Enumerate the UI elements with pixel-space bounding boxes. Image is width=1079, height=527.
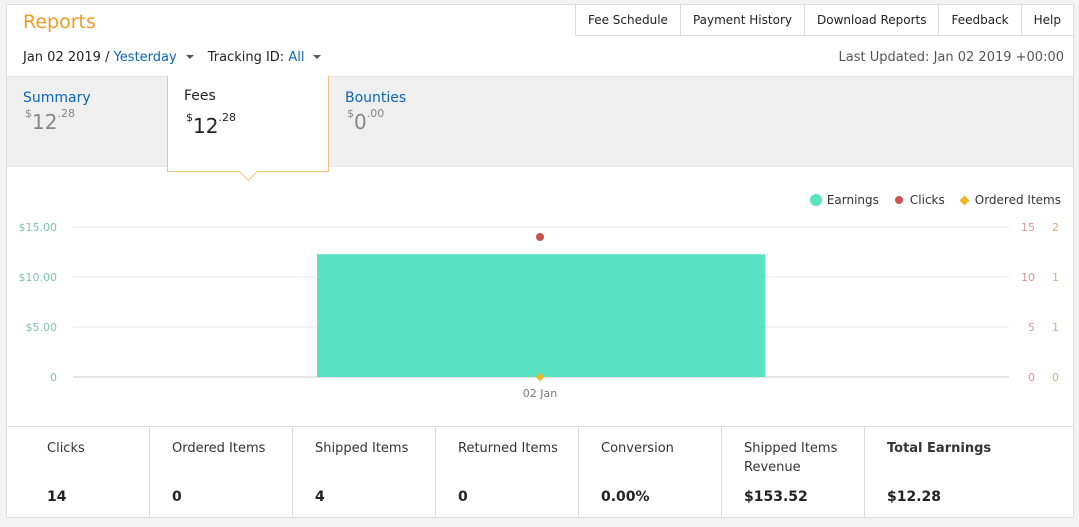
stat-value: 0.00% xyxy=(601,489,650,505)
stat-label: Ordered Items xyxy=(172,441,266,456)
stat-label: Shipped Items Revenue xyxy=(744,441,838,475)
y-left-tick-label: $5.00 xyxy=(26,321,58,334)
y-right-clicks-tick-label: 15 xyxy=(1021,221,1035,234)
y-left-tick-label: $10.00 xyxy=(19,271,58,284)
active-tab-pointer xyxy=(240,171,256,181)
filter-bar: Jan 02 2019 / Yesterday Tracking ID: All xyxy=(23,50,335,65)
tab-summary-label: Summary xyxy=(23,90,91,106)
clicks-swatch-icon xyxy=(894,196,903,204)
tab-fees-amount: $12.28 xyxy=(186,111,236,138)
stat-label: Conversion xyxy=(601,441,674,456)
download-reports-link[interactable]: Download Reports xyxy=(803,4,940,36)
earnings-bar xyxy=(317,254,765,377)
tracking-id-label: Tracking ID: xyxy=(207,50,285,65)
stat-returned-items: Returned Items 0 xyxy=(436,427,579,518)
stat-label: Total Earnings xyxy=(887,441,992,456)
tracking-id-dropdown[interactable]: All xyxy=(288,50,304,65)
y-left-tick-label: $15.00 xyxy=(19,221,58,234)
stat-shipped-items: Shipped Items 4 xyxy=(293,427,436,518)
y-right-clicks-tick-label: 5 xyxy=(1028,321,1035,334)
last-updated: Last Updated: Jan 02 2019 +00:00 xyxy=(838,50,1064,65)
chevron-down-icon[interactable] xyxy=(185,54,194,59)
payment-history-link[interactable]: Payment History xyxy=(679,4,805,36)
tab-fees-label: Fees xyxy=(184,88,216,104)
reports-panel: Reports Fee Schedule Payment History Dow… xyxy=(6,4,1074,518)
y-right-ordered-tick-label: 2 xyxy=(1052,221,1059,234)
tab-summary[interactable]: Summary $12.28 xyxy=(23,90,91,134)
y-right-ordered-tick-label: 0 xyxy=(1052,371,1059,384)
y-left-tick-label: 0 xyxy=(50,371,57,384)
stats-bar: Clicks 14 Ordered Items 0 Shipped Items … xyxy=(7,426,1073,518)
y-right-ordered-tick-label: 1 xyxy=(1052,321,1059,334)
date-label: Jan 02 2019 / xyxy=(23,50,110,65)
tab-bounties-label: Bounties xyxy=(345,90,407,106)
stat-label: Clicks xyxy=(47,441,85,456)
stat-label: Returned Items xyxy=(458,441,558,456)
help-link[interactable]: Help xyxy=(1020,4,1074,36)
stat-value: 4 xyxy=(315,489,325,505)
fee-schedule-link[interactable]: Fee Schedule xyxy=(574,4,681,36)
earnings-chart: $15.00 15 2$10.00 10 1$5.00 5 10 0 002 Jan xyxy=(19,221,1060,400)
stat-value: 14 xyxy=(47,489,67,505)
top-nav: Fee Schedule Payment History Download Re… xyxy=(574,4,1074,36)
stat-shipped-items-revenue: Shipped Items Revenue $153.52 xyxy=(722,427,865,518)
y-right-clicks-tick-label: 0 xyxy=(1028,371,1035,384)
date-range-dropdown[interactable]: Yesterday xyxy=(114,50,177,65)
stat-value: 0 xyxy=(172,489,182,505)
stat-value: $153.52 xyxy=(744,489,808,505)
stat-value: 0 xyxy=(458,489,468,505)
stat-ordered-items: Ordered Items 0 xyxy=(150,427,293,518)
clicks-point xyxy=(536,233,544,241)
y-right-ordered-tick-label: 1 xyxy=(1052,271,1059,284)
stat-value: $12.28 xyxy=(887,489,942,505)
stat-conversion: Conversion 0.00% xyxy=(579,427,722,518)
chevron-down-icon[interactable] xyxy=(313,54,322,59)
x-tick-label: 02 Jan xyxy=(523,387,557,400)
page-title: Reports xyxy=(23,11,96,33)
ordered-items-swatch-icon xyxy=(959,195,970,205)
feedback-link[interactable]: Feedback xyxy=(938,4,1022,36)
stat-label: Shipped Items xyxy=(315,441,409,456)
y-right-clicks-tick-label: 10 xyxy=(1021,271,1035,284)
tab-bounties-amount: $0.00 xyxy=(347,107,385,134)
tab-fees[interactable]: Fees $12.28 xyxy=(167,76,329,172)
stat-total-earnings: Total Earnings $12.28 xyxy=(865,427,1073,518)
stat-clicks: Clicks 14 xyxy=(7,427,150,518)
tab-summary-amount: $12.28 xyxy=(25,107,75,134)
tab-bounties[interactable]: Bounties $0.00 xyxy=(345,90,406,134)
